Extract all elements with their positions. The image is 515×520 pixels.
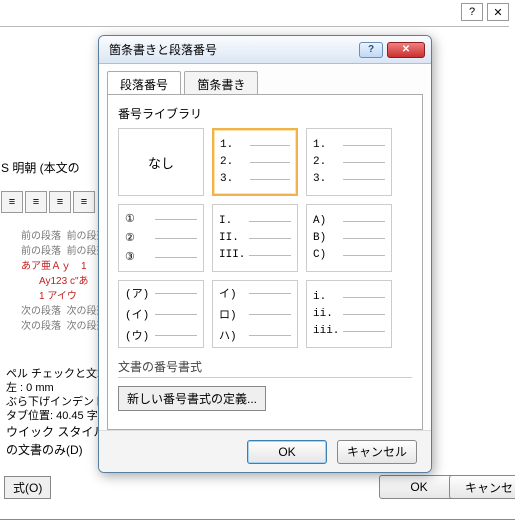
bullets-numbering-dialog: 箇条書きと段落番号 ? ✕ 段落番号 箇条書き 番号ライブラリ なし 1. 2.… (98, 35, 432, 473)
titlebar: 箇条書きと段落番号 ? ✕ (99, 36, 431, 64)
library-label: 番号ライブラリ (118, 105, 412, 122)
close-button-bg[interactable]: ✕ (487, 3, 509, 21)
align-center-icon[interactable]: ≡ (25, 191, 47, 213)
document-formats-label: 文書の番号書式 (118, 358, 412, 375)
help-button[interactable]: ? (461, 3, 483, 21)
help-icon[interactable]: ? (359, 42, 383, 58)
cell-letters-upper[interactable]: A) B) C) (306, 204, 392, 272)
cancel-button[interactable]: キャンセル (337, 440, 417, 464)
cell-1-2-3-period[interactable]: 1. 2. 3. (212, 128, 298, 196)
cell-none[interactable]: なし (118, 128, 204, 196)
cell-katakana-paren[interactable]: (ア) (イ) (ウ) (118, 280, 204, 348)
cancel-button-bg[interactable]: キャンセ (449, 475, 515, 499)
paragraph-align-icons: ≡ ≡ ≡ ≡ (1, 191, 95, 213)
ok-button-bg[interactable]: OK (379, 475, 459, 499)
font-name: S 明朝 (本文の (1, 159, 80, 176)
tab-panel-numbering: 番号ライブラリ なし 1. 2. 3. 1. 2. 3. ① ② (107, 94, 423, 430)
tabstrip: 段落番号 箇条書き (107, 70, 423, 94)
format-button[interactable]: 式(O) (4, 476, 51, 499)
define-new-format-button[interactable]: 新しい番号書式の定義... (118, 386, 266, 411)
cell-iroha[interactable]: イ) ロ) ハ) (212, 280, 298, 348)
modal-footer: OK キャンセル (99, 430, 431, 472)
cell-roman-upper[interactable]: I. II. III. (212, 204, 298, 272)
close-icon[interactable]: ✕ (387, 42, 425, 58)
modal-title: 箇条書きと段落番号 (109, 41, 217, 58)
cell-circled-1-2-3[interactable]: ① ② ③ (118, 204, 204, 272)
cell-roman-lower[interactable]: i. ii. iii. (306, 280, 392, 348)
align-left-icon[interactable]: ≡ (1, 191, 23, 213)
number-library-grid: なし 1. 2. 3. 1. 2. 3. ① ② ③ I (118, 128, 412, 348)
align-right-icon[interactable]: ≡ (49, 191, 71, 213)
align-justify-icon[interactable]: ≡ (73, 191, 95, 213)
ok-button[interactable]: OK (247, 440, 327, 464)
cell-1-2-3-alt[interactable]: 1. 2. 3. (306, 128, 392, 196)
